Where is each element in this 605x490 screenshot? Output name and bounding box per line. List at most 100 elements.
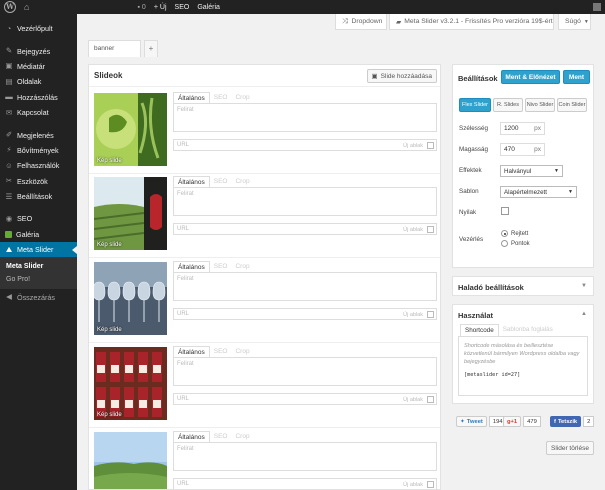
new-content-button[interactable]: + Új [150, 0, 171, 14]
gallery-adminbar-button[interactable]: Galéria [193, 0, 224, 14]
shortcode-value[interactable]: [metaslider id=27] [464, 371, 582, 379]
tab-crop[interactable]: Crop [231, 261, 253, 272]
meta-slider-submenu: Meta Slider Go Pro! [0, 257, 77, 290]
type-tab-responsive[interactable]: R. Slides [493, 98, 523, 112]
width-label: Szélesség [459, 125, 489, 132]
facebook-count: 2 [583, 416, 595, 427]
seo-adminbar-button[interactable]: SEO [171, 0, 194, 14]
radio-unselected [501, 240, 508, 247]
new-window-checkbox[interactable] [427, 396, 434, 403]
sidebar-item-posts[interactable]: ✎ Bejegyzés [0, 43, 77, 58]
theme-select[interactable]: Alapértelmezett ▼ [500, 186, 577, 198]
tab-template-include[interactable]: Sablonba foglalás [499, 324, 557, 336]
save-preview-button[interactable]: Ment & Előnézet [501, 70, 560, 84]
caption-textarea[interactable]: Felirat [173, 103, 437, 132]
sidebar-item-pages[interactable]: ▤ Oldalak [0, 74, 77, 89]
tab-general[interactable]: Általános [173, 176, 210, 187]
slide-thumbnail[interactable]: Kép slide [94, 177, 167, 250]
submenu-item-meta-slider[interactable]: Meta Slider [0, 260, 77, 273]
tab-shortcode[interactable]: Shortcode [460, 324, 499, 336]
tab-seo[interactable]: SEO [210, 431, 232, 442]
tab-general[interactable]: Általános [173, 92, 210, 103]
tab-crop[interactable]: Crop [231, 431, 253, 442]
advanced-settings-panel[interactable]: Haladó beállítások ▼ [452, 276, 594, 296]
slide-thumbnail[interactable] [94, 432, 167, 489]
add-slide-button[interactable]: ▣ Slide hozzáadása [366, 69, 437, 83]
url-input[interactable]: URL Új ablak [173, 393, 437, 405]
tab-seo[interactable]: SEO [210, 261, 232, 272]
user-avatar[interactable] [593, 3, 601, 11]
sidebar-item-media[interactable]: ▣ Médiatár [0, 59, 77, 74]
type-tab-nivo[interactable]: Nivo Slider [525, 98, 555, 112]
caption-textarea[interactable]: Felirat [173, 442, 437, 471]
slide-thumbnail[interactable]: Kép slide [94, 347, 167, 420]
home-button[interactable]: ⌂ [20, 0, 33, 14]
sidebar-item-gallery[interactable]: Galéria [0, 227, 77, 242]
tab-general[interactable]: Általános [173, 346, 210, 357]
effect-label: Effektek [459, 167, 482, 174]
tab-general[interactable]: Általános [173, 431, 210, 442]
add-slider-tab[interactable]: + [144, 40, 158, 57]
facebook-like-button[interactable]: f Tetszik [550, 416, 582, 427]
tab-seo[interactable]: SEO [210, 176, 232, 187]
comments-button[interactable]: ▪ 0 [133, 0, 149, 14]
sidebar-item-meta-slider[interactable]: ⛰ Meta Slider [0, 242, 77, 258]
caption-textarea[interactable]: Felirat [173, 187, 437, 216]
dropdown-button[interactable]: ⤨ Dropdown [335, 14, 387, 30]
tab-crop[interactable]: Crop [231, 92, 253, 103]
caption-textarea[interactable]: Felirat [173, 272, 437, 301]
type-tab-flex[interactable]: Flex Slider [459, 98, 491, 112]
new-window-checkbox[interactable] [427, 226, 434, 233]
nav-hidden-radio[interactable]: Rejtett [501, 230, 528, 237]
tab-seo[interactable]: SEO [210, 92, 232, 103]
tab-crop[interactable]: Crop [231, 176, 253, 187]
effect-select[interactable]: Halványul ▼ [500, 165, 563, 177]
arrows-label: Nyilak [459, 209, 477, 216]
width-input[interactable]: 1200 px [500, 122, 545, 135]
url-input[interactable]: URL Új ablak [173, 223, 437, 235]
sidebar-item-seo[interactable]: ◉ SEO [0, 211, 77, 226]
help-button[interactable]: Súgó ▼ [558, 14, 591, 30]
version-upgrade-button[interactable]: ▰ Meta Slider v3.2.1 - Frissítés Pro ver… [389, 14, 554, 30]
tweet-widget: ✦ Tweet 194 [456, 415, 507, 428]
slide-row: Kép slide Általános SEO Crop Felirat URL… [89, 89, 440, 174]
caption-textarea[interactable]: Felirat [173, 357, 437, 386]
url-input[interactable]: URL Új ablak [173, 478, 437, 489]
tab-general[interactable]: Általános [173, 261, 210, 272]
sidebar-item-comments[interactable]: ▬ Hozzászólás [0, 90, 77, 105]
new-window-checkbox[interactable] [427, 481, 434, 488]
chevron-down-icon: ▼ [583, 18, 589, 25]
brush-icon: ✐ [5, 130, 13, 140]
tab-seo[interactable]: SEO [210, 346, 232, 357]
type-tab-coin[interactable]: Coin Slider [557, 98, 587, 112]
new-window-checkbox[interactable] [427, 142, 434, 149]
delete-slider-button[interactable]: Slider törlése [546, 441, 594, 455]
tools-icon: ✂ [5, 176, 13, 186]
tab-crop[interactable]: Crop [231, 346, 253, 357]
slide-thumbnail[interactable]: Kép slide [94, 93, 167, 166]
sidebar-item-users[interactable]: ☺ Felhasználók [0, 158, 77, 173]
tweet-button[interactable]: ✦ Tweet [456, 416, 487, 427]
slide-tabs: Általános SEO Crop [173, 176, 254, 187]
url-input[interactable]: URL Új ablak [173, 308, 437, 320]
slide-thumbnail[interactable]: Kép slide [94, 262, 167, 335]
sidebar-item-settings[interactable]: ☰ Beállítások [0, 189, 77, 204]
sidebar-item-tools[interactable]: ✂ Eszközök [0, 174, 77, 189]
gplus-button[interactable]: g+1 [503, 416, 522, 427]
slide-row: Kép slide Általános SEO Crop Felirat URL… [89, 173, 440, 258]
submenu-item-go-pro[interactable]: Go Pro! [0, 273, 77, 286]
height-input[interactable]: 470 px [500, 143, 545, 156]
sidebar-item-plugins[interactable]: ⚡ Bővítmények [0, 143, 77, 158]
sidebar-item-dashboard[interactable]: ◔ Vezérlőpult [0, 21, 77, 36]
arrows-checkbox[interactable] [501, 207, 509, 215]
slide-type-label: Kép slide [97, 412, 122, 418]
sidebar-item-contact[interactable]: ✉ Kapcsolat [0, 105, 77, 120]
save-button[interactable]: Ment [563, 70, 590, 84]
tab-banner[interactable]: banner [88, 40, 141, 57]
sidebar-item-appearance[interactable]: ✐ Megjelenés [0, 127, 77, 142]
url-input[interactable]: URL Új ablak [173, 139, 437, 151]
collapse-menu-button[interactable]: ◀ Összezárás [0, 289, 77, 304]
nav-dots-radio[interactable]: Pontok [501, 240, 530, 247]
new-window-checkbox[interactable] [427, 311, 434, 318]
wp-logo-button[interactable]: W [0, 0, 20, 14]
